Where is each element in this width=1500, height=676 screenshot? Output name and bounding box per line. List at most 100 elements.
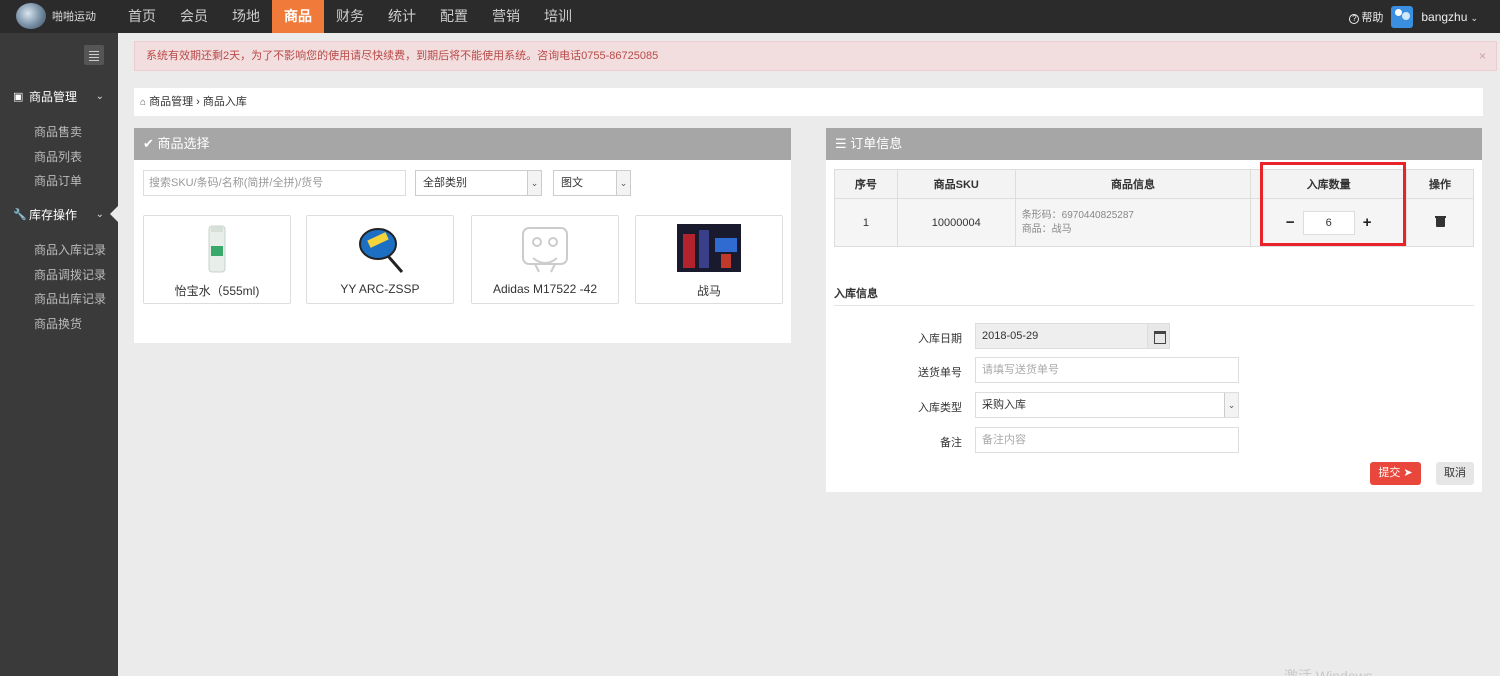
gift-icon: ▣ (13, 90, 24, 103)
sidebar-item-product-orders[interactable]: 商品订单 (34, 172, 82, 189)
alert-text: 系统有效期还剩2天，为了不影响您的使用请尽快续费，到期后将不能使用系统。咨询电话… (146, 50, 659, 62)
sidebar-item-product-sales[interactable]: 商品售卖 (34, 123, 82, 140)
submit-button[interactable]: 提交 ➤ (1370, 462, 1421, 485)
chevron-down-icon: ⌄ (527, 171, 541, 195)
sidebar-item-outbound-records[interactable]: 商品出库记录 (34, 290, 106, 307)
panel-title: 商品选择 (157, 136, 210, 151)
breadcrumb: ⌂ 商品管理 › 商品入库 (134, 88, 1483, 116)
nav-item-members[interactable]: 会员 (168, 0, 220, 33)
inbound-info-title: 入库信息 (834, 288, 878, 300)
breadcrumb-separator: › (196, 96, 200, 108)
inbound-type-select[interactable]: 采购入库 ⌄ (975, 392, 1239, 418)
date-label: 入库日期 (918, 333, 962, 345)
product-name: 怡宝水（555ml) (174, 284, 260, 298)
user-menu[interactable]: bangzhu ⌄ (1421, 10, 1478, 24)
home-icon: ⌂ (140, 97, 147, 108)
cell-sku: 10000004 (896, 198, 1016, 247)
avatar-icon[interactable] (1391, 5, 1414, 28)
quantity-highlight-box (1260, 162, 1406, 246)
product-image-racket (359, 228, 404, 273)
delivery-placeholder: 请填写送货单号 (982, 364, 1059, 376)
nav-item-marketing[interactable]: 营销 (480, 0, 532, 33)
trash-icon[interactable] (1434, 215, 1446, 227)
sidebar-group-label: 商品管理 (29, 89, 78, 104)
panel-header: ✔ 商品选择 (134, 128, 791, 160)
delivery-label: 送货单号 (918, 367, 962, 379)
close-icon[interactable]: × (1479, 42, 1486, 70)
sidebar-group-product-management[interactable]: ▣ 商品管理 ⌄ (0, 81, 118, 111)
list-icon: ☰ (835, 136, 847, 151)
col-header-action: 操作 (1406, 169, 1474, 199)
sidebar-group-inventory[interactable]: 🔧 库存操作 ⌄ (0, 199, 118, 229)
chevron-down-icon: ⌄ (616, 171, 630, 195)
sidebar-toggle-icon[interactable] (84, 45, 104, 65)
nav-item-home[interactable]: 首页 (116, 0, 168, 33)
help-icon: ? (1349, 13, 1360, 24)
product-card[interactable]: 怡宝水（555ml) (143, 215, 291, 304)
header-right: ? 帮助 bangzhu ⌄ (1349, 0, 1478, 33)
col-header-index: 序号 (834, 169, 898, 199)
col-header-info: 商品信息 (1014, 169, 1252, 199)
product-name: Adidas M17522 -42 (492, 282, 598, 296)
product-card[interactable]: 战马 (635, 215, 783, 304)
note-input[interactable]: 备注内容 (975, 427, 1239, 453)
product-select-panel: ✔ 商品选择 搜索SKU/条码/名称(简拼/全拼)/货号 全部类别 ⌄ 图文 ⌄… (134, 128, 791, 343)
panel-header: ☰ 订单信息 (826, 128, 1482, 160)
breadcrumb-current: 商品入库 (202, 96, 247, 108)
sidebar: ▣ 商品管理 ⌄ 商品售卖 商品列表 商品订单 🔧 库存操作 ⌄ 商品入库记录 … (0, 33, 118, 676)
product-card[interactable]: YY ARC-ZSSP (306, 215, 454, 304)
breadcrumb-item[interactable]: 商品管理 (149, 96, 193, 108)
section-divider (834, 305, 1474, 306)
app-logo-icon (16, 3, 46, 29)
app-logo[interactable]: 啪啪运动 (16, 2, 116, 30)
nav-item-products[interactable]: 商品 (272, 0, 324, 33)
cell-index: 1 (834, 198, 898, 247)
nav-item-statistics[interactable]: 统计 (376, 0, 428, 33)
cancel-button[interactable]: 取消 (1436, 462, 1474, 485)
type-value: 采购入库 (982, 399, 1026, 411)
product-name: 战马 (696, 284, 721, 298)
order-info-panel: ☰ 订单信息 序号 商品SKU 商品信息 入库数量 操作 1 10000004 … (826, 128, 1482, 492)
submit-label: 提交 (1378, 467, 1401, 479)
chevron-down-icon: ⌄ (95, 90, 104, 102)
product-image-placeholder (522, 227, 568, 273)
app-name: 啪啪运动 (52, 11, 96, 23)
check-icon: ✔ (143, 136, 154, 151)
view-mode-select[interactable]: 图文 ⌄ (553, 170, 631, 196)
user-name: bangzhu (1421, 9, 1468, 24)
view-mode-value: 图文 (561, 177, 583, 189)
top-navbar: 啪啪运动 首页 会员 场地 商品 财务 统计 配置 营销 培训 ? 帮助 bang… (0, 0, 1500, 33)
cell-action (1406, 198, 1474, 247)
note-placeholder: 备注内容 (982, 434, 1026, 446)
product-text: 商品：战马 (1021, 223, 1072, 235)
col-header-sku: 商品SKU (896, 169, 1016, 199)
arrow-circle-right-icon: ➤ (1403, 467, 1413, 479)
sidebar-group-label: 库存操作 (29, 207, 78, 222)
sidebar-item-product-list[interactable]: 商品列表 (34, 148, 82, 165)
chevron-down-icon: ⌄ (95, 208, 104, 220)
date-value: 2018-05-29 (982, 330, 1039, 342)
product-search-input[interactable]: 搜索SKU/条码/名称(简拼/全拼)/货号 (143, 170, 406, 196)
product-card[interactable]: Adidas M17522 -42 (471, 215, 619, 304)
help-link[interactable]: ? 帮助 (1349, 9, 1383, 25)
nav-item-training[interactable]: 培训 (532, 0, 584, 33)
delivery-number-input[interactable]: 请填写送货单号 (975, 357, 1239, 383)
barcode-text: 条形码：6970440825287 (1021, 209, 1134, 221)
chevron-down-icon: ⌄ (1224, 393, 1238, 417)
wrench-icon: 🔧 (13, 208, 27, 221)
inbound-date-field[interactable]: 2018-05-29 (975, 323, 1170, 349)
cell-product-info: 条形码：6970440825287 商品：战马 (1014, 198, 1252, 247)
sidebar-item-exchange[interactable]: 商品换货 (34, 315, 82, 332)
category-select-value: 全部类别 (423, 177, 467, 189)
type-label: 入库类型 (918, 402, 962, 414)
calendar-icon[interactable] (1147, 324, 1169, 348)
product-image-water (208, 225, 226, 273)
nav-item-config[interactable]: 配置 (428, 0, 480, 33)
sidebar-item-transfer-records[interactable]: 商品调拨记录 (34, 266, 106, 283)
category-select[interactable]: 全部类别 ⌄ (415, 170, 542, 196)
windows-activation-watermark: 激活 Windows (1284, 668, 1373, 676)
sidebar-item-inbound-records[interactable]: 商品入库记录 (34, 241, 106, 258)
nav-item-venues[interactable]: 场地 (220, 0, 272, 33)
nav-item-finance[interactable]: 财务 (324, 0, 376, 33)
product-image-energy-drink (677, 224, 741, 272)
